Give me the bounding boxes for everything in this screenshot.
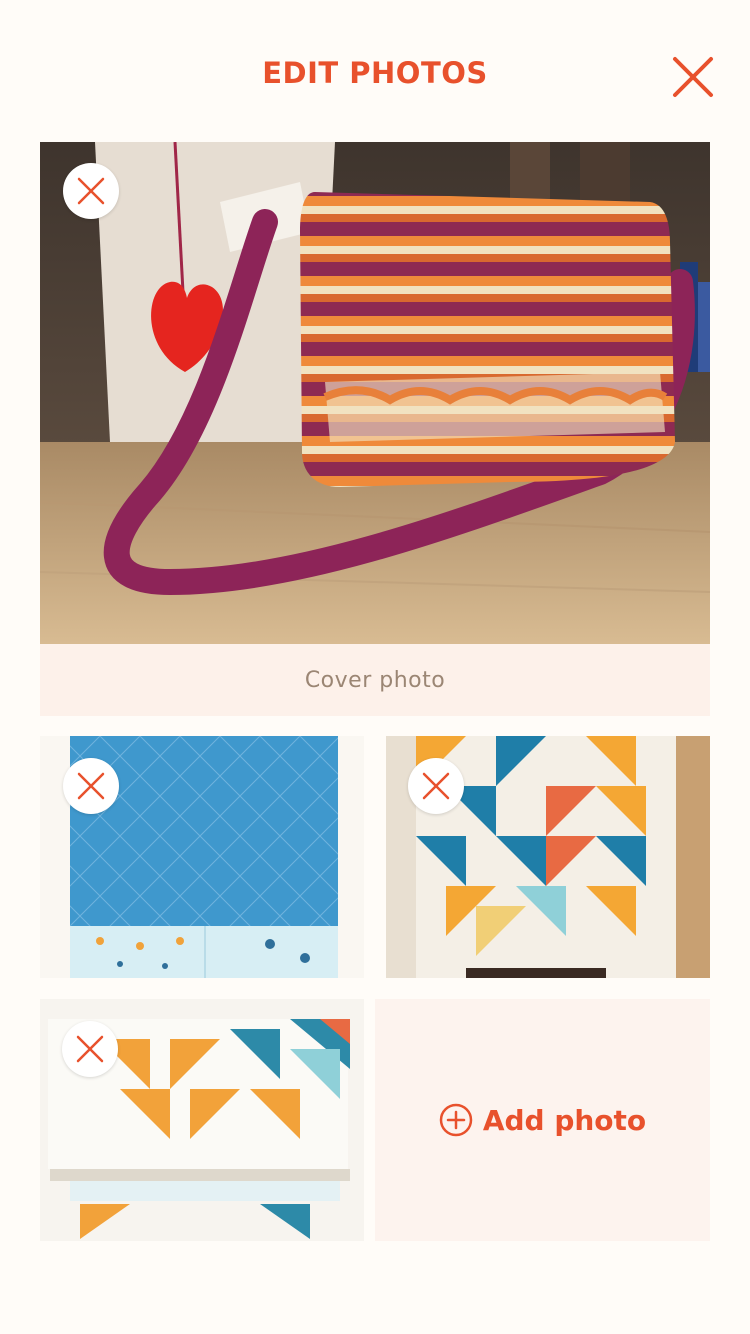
cover-label: Cover photo (304, 667, 446, 693)
close-icon (77, 177, 105, 205)
page-title: EDIT PHOTOS (262, 56, 488, 90)
photo-tile-3[interactable] (40, 999, 364, 1241)
close-icon (77, 772, 105, 800)
photo-1-remove-button[interactable] (63, 758, 119, 814)
close-icon (76, 1035, 104, 1063)
add-photo-label: Add photo (482, 1103, 647, 1137)
photo-tile-1[interactable] (40, 736, 364, 978)
add-photo-content: Add photo (439, 1103, 646, 1137)
photo-2-remove-button[interactable] (408, 758, 464, 814)
plus-circle-icon (439, 1103, 473, 1137)
crochet-bag-image (40, 142, 710, 644)
close-icon (422, 772, 450, 800)
photo-tile-2[interactable] (386, 736, 710, 978)
photo-3-remove-button[interactable] (62, 1021, 118, 1077)
close-icon (673, 57, 713, 97)
add-photo-button[interactable]: Add photo (375, 999, 710, 1241)
cover-remove-button[interactable] (63, 163, 119, 219)
cover-photo[interactable] (40, 142, 710, 644)
close-button[interactable] (668, 52, 718, 102)
cover-label-bar: Cover photo (40, 644, 710, 716)
